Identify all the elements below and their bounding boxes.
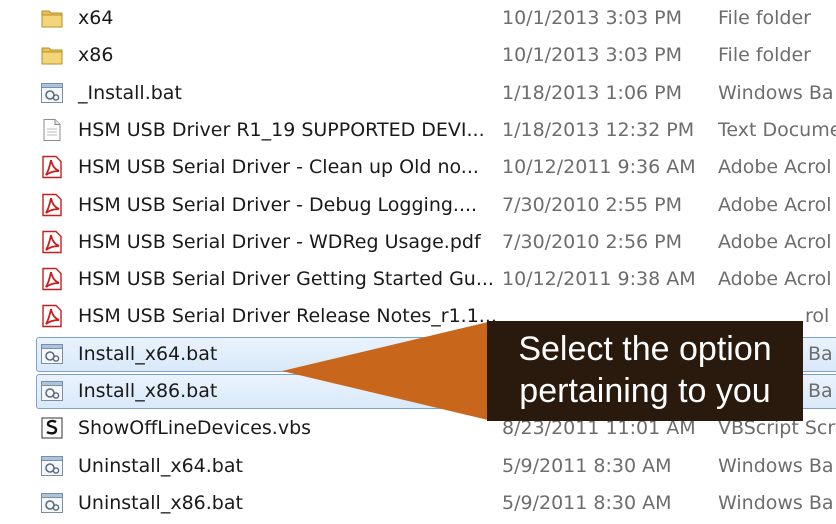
batch-file-icon	[40, 342, 64, 366]
file-name[interactable]: HSM USB Driver R1_19 SUPPORTED DEVI...	[78, 119, 485, 141]
file-name[interactable]: HSM USB Serial Driver - Debug Logging...…	[78, 194, 477, 216]
callout-text-line-2: pertaining to you	[519, 372, 771, 410]
file-name[interactable]: Uninstall_x64.bat	[78, 455, 243, 477]
file-name[interactable]: Uninstall_x86.bat	[78, 492, 243, 514]
file-name[interactable]: Install_x86.bat	[78, 380, 217, 402]
file-type: File folder	[718, 44, 811, 67]
file-name[interactable]: HSM USB Serial Driver - WDReg Usage.pdf	[78, 231, 481, 253]
file-row[interactable]: x86 10/1/2013 3:03 PM File folder	[0, 37, 836, 74]
file-type: Windows Ba	[718, 491, 834, 514]
file-date-modified: 7/30/2010 2:55 PM	[502, 193, 683, 216]
text-document-icon	[40, 118, 64, 142]
file-name[interactable]: HSM USB Serial Driver - Clean up Old no.…	[78, 156, 479, 178]
file-type: Windows Ba	[718, 81, 834, 104]
folder-icon	[40, 43, 64, 67]
file-date-modified: 1/18/2013 12:32 PM	[502, 118, 695, 141]
pdf-icon	[40, 193, 64, 217]
file-date-modified: 10/12/2011 9:38 AM	[502, 268, 696, 291]
callout-box: Select the option pertaining to you	[487, 321, 803, 421]
file-date-modified: 7/30/2010 2:56 PM	[502, 230, 683, 253]
file-type: Adobe Acrol	[718, 268, 832, 291]
file-date-modified: 5/9/2011 8:30 AM	[502, 491, 672, 514]
callout-text-line-1: Select the option	[518, 330, 772, 368]
file-row[interactable]: _Install.bat 1/18/2013 1:06 PM Windows Ba	[0, 75, 836, 112]
file-name[interactable]: HSM USB Serial Driver Release Notes_r1.1…	[78, 305, 497, 327]
file-name[interactable]: x64	[78, 7, 113, 29]
folder-icon	[40, 6, 64, 30]
pdf-icon	[40, 230, 64, 254]
batch-file-icon	[40, 454, 64, 478]
file-name[interactable]: _Install.bat	[78, 82, 182, 104]
file-name[interactable]: ShowOffLineDevices.vbs	[78, 417, 311, 439]
file-date-modified: 10/1/2013 3:03 PM	[502, 7, 683, 29]
pdf-icon	[40, 155, 64, 179]
file-type: Windows Ba	[718, 454, 834, 477]
file-row[interactable]: Uninstall_x86.bat 5/9/2011 8:30 AM Windows…	[0, 485, 836, 522]
file-type: File folder	[718, 7, 811, 29]
file-type: Adobe Acrol	[718, 193, 832, 216]
file-type: rol	[805, 305, 830, 328]
file-date-modified: 10/1/2013 3:03 PM	[502, 44, 683, 67]
file-row[interactable]: HSM USB Serial Driver - Debug Logging...…	[0, 187, 836, 224]
file-name[interactable]: HSM USB Serial Driver Getting Started Gu…	[78, 268, 494, 290]
file-date-modified: 1/18/2013 1:06 PM	[502, 81, 683, 104]
file-type: Ba	[808, 380, 833, 402]
file-type: Ba	[808, 342, 833, 365]
file-row[interactable]: HSM USB Serial Driver Getting Started Gu…	[0, 261, 836, 298]
file-row[interactable]: x64 10/1/2013 3:03 PM File folder	[0, 0, 836, 37]
file-list: x64 10/1/2013 3:03 PM File folder x86 10/1/2…	[0, 0, 836, 524]
file-row[interactable]: HSM USB Serial Driver - Clean up Old no.…	[0, 149, 836, 186]
file-name[interactable]: x86	[78, 44, 113, 66]
file-name[interactable]: Install_x64.bat	[78, 343, 217, 365]
pdf-icon	[40, 304, 64, 328]
file-type: Adobe Acrol	[718, 156, 832, 179]
vbscript-icon	[40, 416, 64, 440]
batch-file-icon	[40, 81, 64, 105]
batch-file-icon	[40, 379, 64, 403]
file-type: Text Docume	[718, 118, 836, 141]
file-type: Adobe Acrol	[718, 230, 832, 253]
file-date-modified: 5/9/2011 8:30 AM	[502, 454, 672, 477]
file-date-modified: 10/12/2011 9:36 AM	[502, 156, 696, 179]
file-row[interactable]: HSM USB Serial Driver - WDReg Usage.pdf 7…	[0, 224, 836, 261]
file-row[interactable]: Uninstall_x64.bat 5/9/2011 8:30 AM Windows…	[0, 448, 836, 485]
pdf-icon	[40, 267, 64, 291]
batch-file-icon	[40, 491, 64, 515]
file-row[interactable]: HSM USB Driver R1_19 SUPPORTED DEVI... 1/…	[0, 112, 836, 149]
